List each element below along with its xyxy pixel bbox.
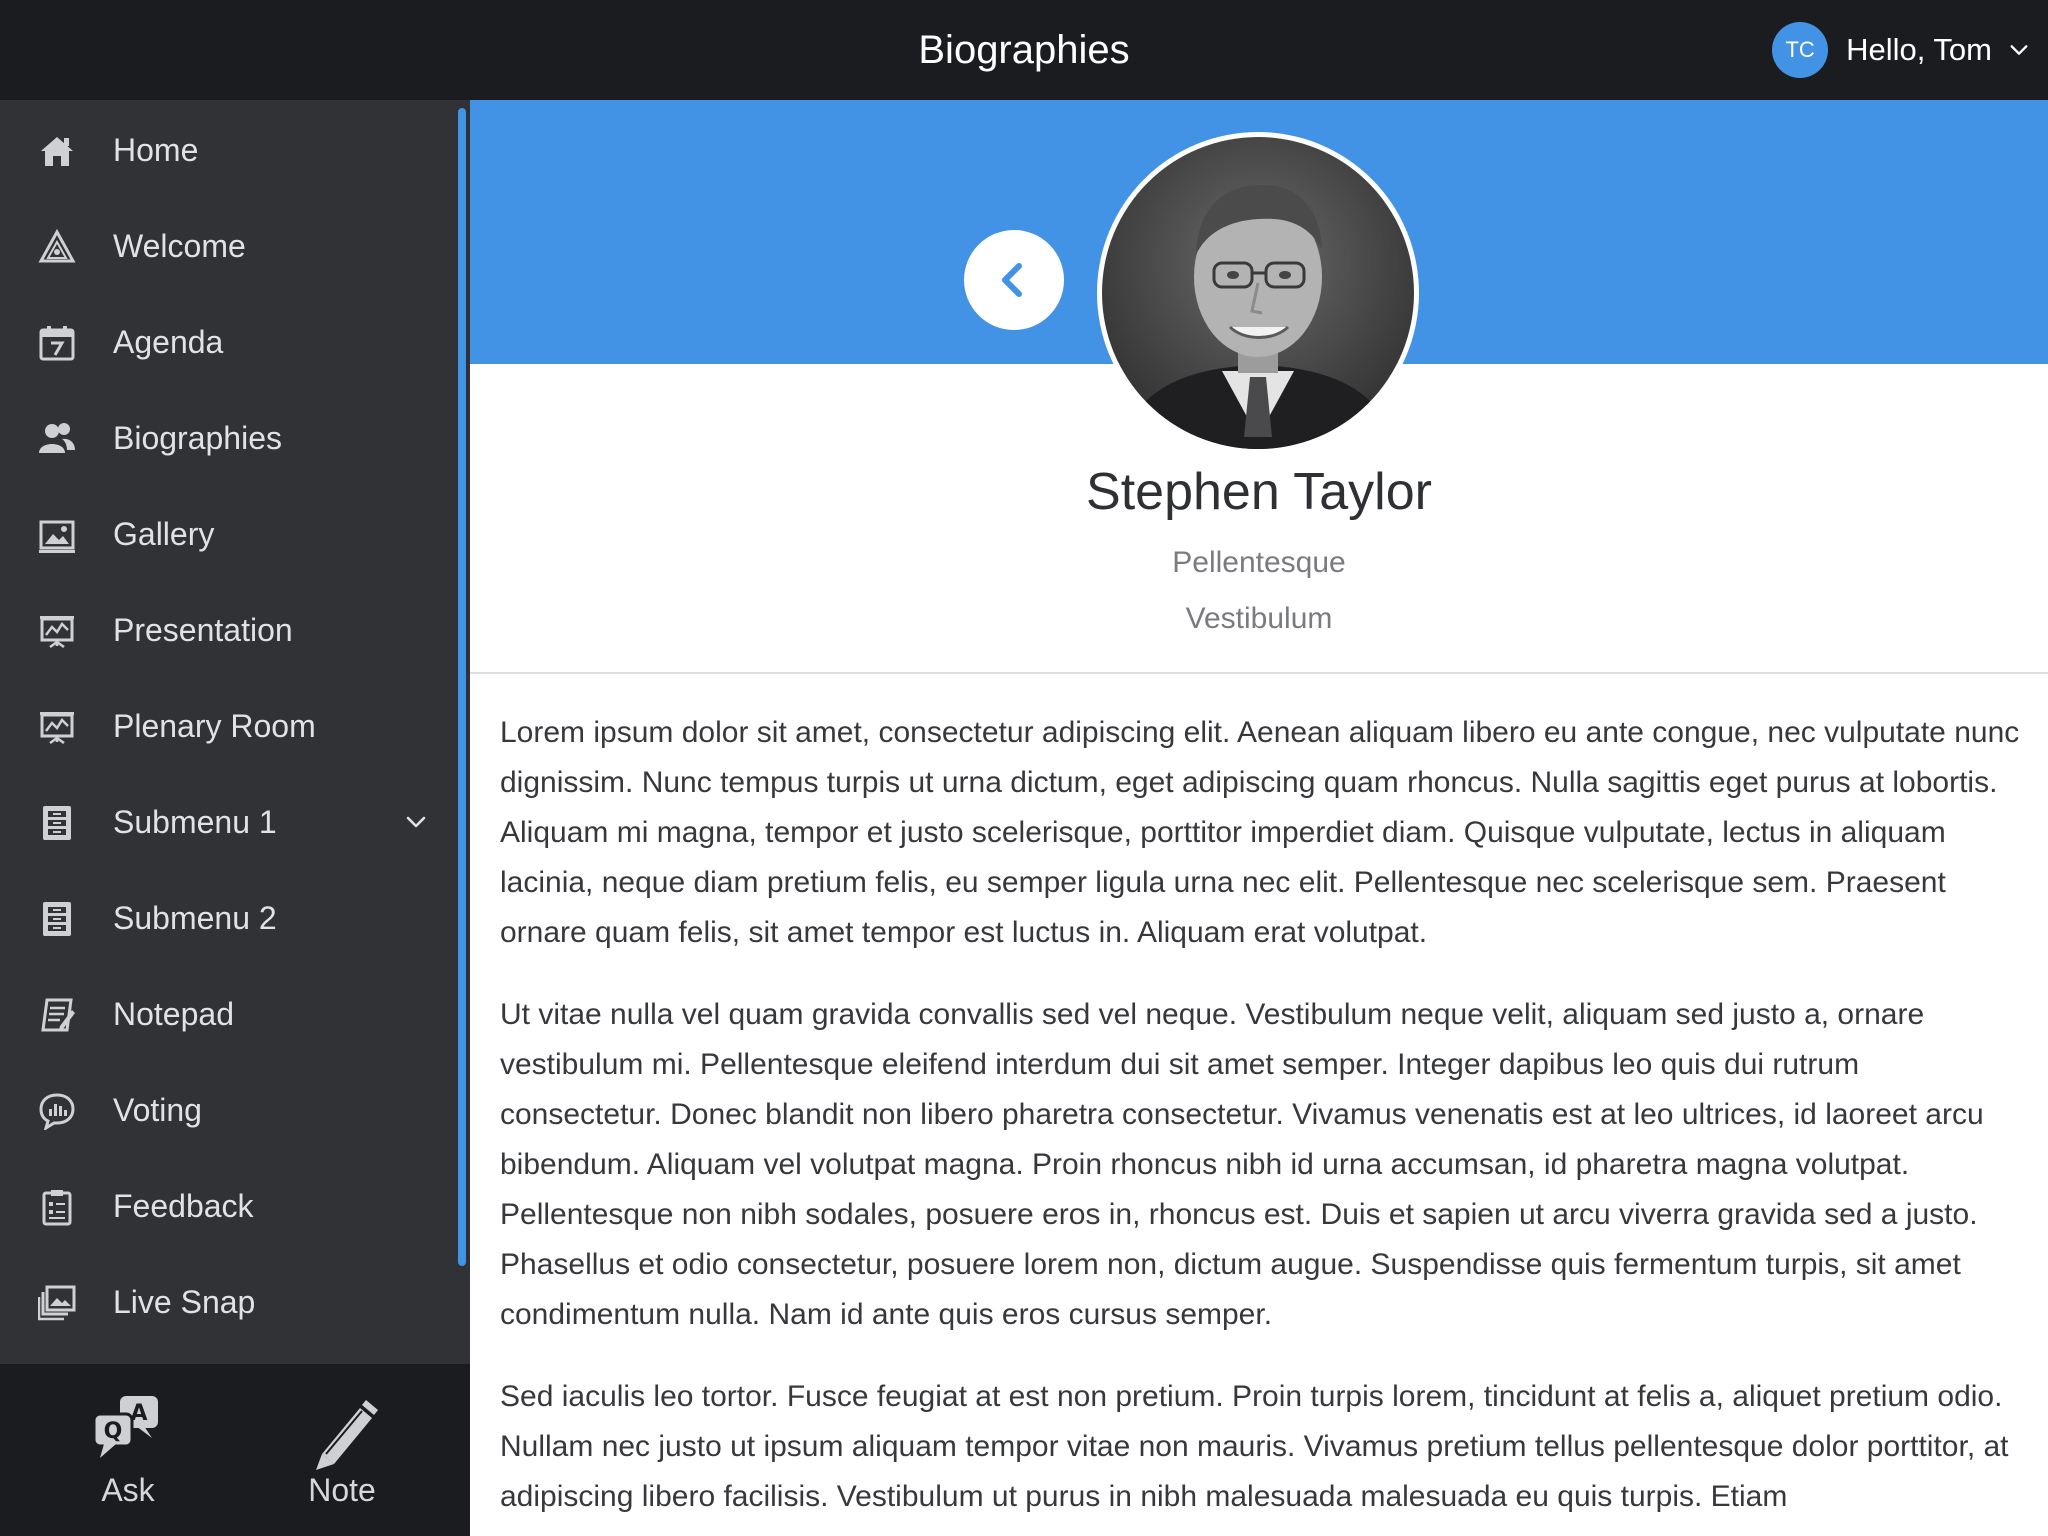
profile-photo xyxy=(1097,132,1419,454)
sidebar-item-label: Submenu 1 xyxy=(113,804,277,840)
sidebar-item-label: Agenda xyxy=(113,324,224,360)
sidebar-item-label: Gallery xyxy=(113,516,215,552)
person-portrait-icon xyxy=(1102,137,1414,449)
sidebar-item-label: Notepad xyxy=(113,996,234,1032)
avatar: TC xyxy=(1772,22,1829,78)
profile-subtitle: Vestibulum xyxy=(1185,602,1333,635)
profile-subtitle: Pellentesque xyxy=(1172,546,1346,579)
sidebar-item-agenda[interactable]: Agenda xyxy=(0,294,460,390)
question-answer-icon: A Q xyxy=(92,1396,158,1458)
sidebar-item-biographies[interactable]: Biographies xyxy=(0,390,460,486)
sidebar-item-plenary-room[interactable]: Plenary Room xyxy=(0,678,460,774)
top-bar: Biographies TC Hello, Tom xyxy=(0,0,2048,100)
sidebar-item-notepad[interactable]: Notepad xyxy=(0,966,460,1062)
sidebar-item-label: Plenary Room xyxy=(113,708,316,744)
page-title: Biographies xyxy=(918,28,1130,72)
sidebar-item-label: Presentation xyxy=(113,612,293,648)
sidebar-item-label: Voting xyxy=(113,1092,202,1128)
sidebar-item-label: Submenu 2 xyxy=(113,900,277,936)
sidebar-item-live-snap[interactable]: Live Snap xyxy=(0,1254,460,1350)
clipboard-icon xyxy=(42,1190,72,1226)
cabinet-icon xyxy=(43,902,71,936)
chevron-down-icon xyxy=(2010,45,2028,55)
ask-label: Ask xyxy=(101,1472,155,1508)
chevron-left-icon xyxy=(1002,263,1022,297)
bio-paragraph: Sed iaculis leo tortor. Fusce feugiat at… xyxy=(500,1380,2009,1513)
sidebar-item-gallery[interactable]: Gallery xyxy=(0,486,460,582)
voting-icon xyxy=(39,1093,75,1130)
presentation-icon xyxy=(40,616,74,649)
sidebar-item-label: Home xyxy=(113,132,199,168)
user-greeting: Hello, Tom xyxy=(1846,32,1992,67)
home-icon xyxy=(41,137,73,166)
main-content: Stephen Taylor Pellentesque Vestibulum L… xyxy=(470,100,2048,1536)
svg-text:Q: Q xyxy=(104,1419,123,1444)
back-button[interactable] xyxy=(964,230,1064,330)
ask-button[interactable]: A Q Ask xyxy=(28,1364,228,1536)
photos-icon xyxy=(38,1285,76,1321)
sidebar-item-label: Feedback xyxy=(113,1188,254,1224)
bio-paragraph: Lorem ipsum dolor sit amet, consectetur … xyxy=(500,716,2020,949)
presentation-icon xyxy=(40,712,74,745)
chevron-down-icon[interactable] xyxy=(404,810,428,834)
sidebar-item-label: Biographies xyxy=(113,420,282,456)
sidebar-bottom-bar: A Q Ask Note xyxy=(0,1364,470,1536)
welcome-icon xyxy=(38,228,76,263)
sidebar-item-voting[interactable]: Voting xyxy=(0,1062,460,1158)
sidebar: Home Welcome Agenda Biographies Gallery … xyxy=(0,100,470,1536)
sidebar-item-submenu-2[interactable]: Submenu 2 xyxy=(0,870,460,966)
sidebar-item-feedback[interactable]: Feedback xyxy=(0,1158,460,1254)
sidebar-item-presentation[interactable]: Presentation xyxy=(0,582,460,678)
sidebar-nav: Home Welcome Agenda Biographies Gallery … xyxy=(0,100,470,1364)
note-label: Note xyxy=(308,1472,376,1508)
people-icon xyxy=(39,423,75,453)
biography-text: Lorem ipsum dolor sit amet, consectetur … xyxy=(500,708,2022,1536)
cabinet-icon xyxy=(43,806,71,840)
note-button[interactable]: Note xyxy=(242,1364,442,1536)
sidebar-scrollbar[interactable] xyxy=(458,108,466,1266)
sidebar-item-label: Live Snap xyxy=(113,1284,256,1320)
sidebar-item-submenu-1[interactable]: Submenu 1 xyxy=(0,774,460,870)
profile-name: Stephen Taylor xyxy=(1086,463,1432,521)
image-icon xyxy=(39,520,75,553)
sidebar-item-home[interactable]: Home xyxy=(0,102,460,198)
divider xyxy=(470,672,2048,674)
sidebar-item-label: Welcome xyxy=(113,228,246,264)
calendar-icon xyxy=(39,326,75,361)
user-menu[interactable]: TC Hello, Tom xyxy=(1772,22,2030,78)
sidebar-item-welcome[interactable]: Welcome xyxy=(0,198,460,294)
pencil-icon xyxy=(316,1400,378,1470)
bio-paragraph: Ut vitae nulla vel quam gravida convalli… xyxy=(500,998,1984,1331)
notepad-icon xyxy=(41,998,75,1032)
